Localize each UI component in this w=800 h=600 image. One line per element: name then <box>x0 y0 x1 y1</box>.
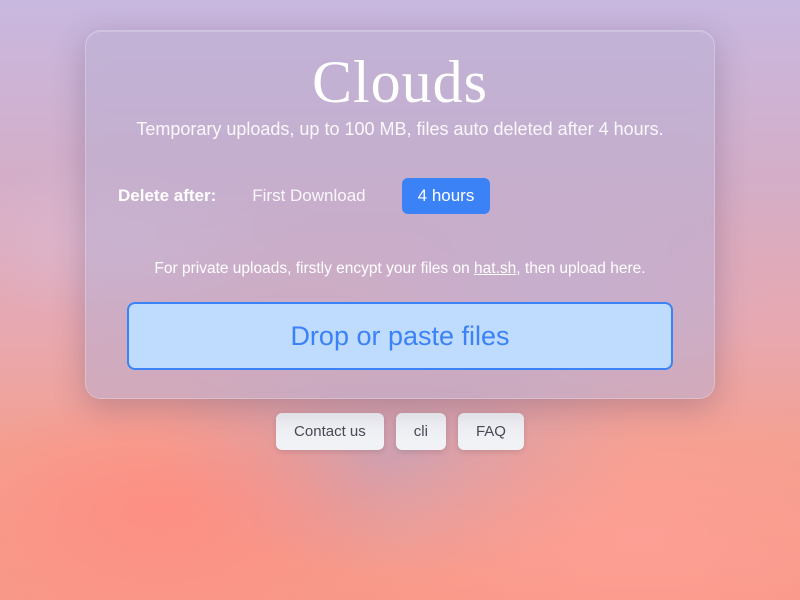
file-dropzone[interactable]: Drop or paste files <box>127 302 673 370</box>
delete-option-first-download[interactable]: First Download <box>236 178 381 214</box>
app-subtitle: Temporary uploads, up to 100 MB, files a… <box>136 119 663 140</box>
faq-button[interactable]: FAQ <box>458 413 524 450</box>
delete-option-4-hours[interactable]: 4 hours <box>402 178 491 214</box>
cli-button[interactable]: cli <box>396 413 446 450</box>
encrypt-link[interactable]: hat.sh <box>474 260 516 277</box>
app-title: Clouds <box>312 49 488 115</box>
delete-after-row: Delete after: First Download 4 hours <box>108 178 692 214</box>
dropzone-label: Drop or paste files <box>290 321 509 352</box>
encrypt-note: For private uploads, firstly encypt your… <box>154 260 645 278</box>
footer-links: Contact us cli FAQ <box>276 413 524 450</box>
delete-after-label: Delete after: <box>118 186 216 206</box>
encrypt-note-suffix: , then upload here. <box>516 260 645 277</box>
upload-card: Clouds Temporary uploads, up to 100 MB, … <box>85 30 715 399</box>
encrypt-note-prefix: For private uploads, firstly encypt your… <box>154 260 474 277</box>
contact-us-button[interactable]: Contact us <box>276 413 384 450</box>
